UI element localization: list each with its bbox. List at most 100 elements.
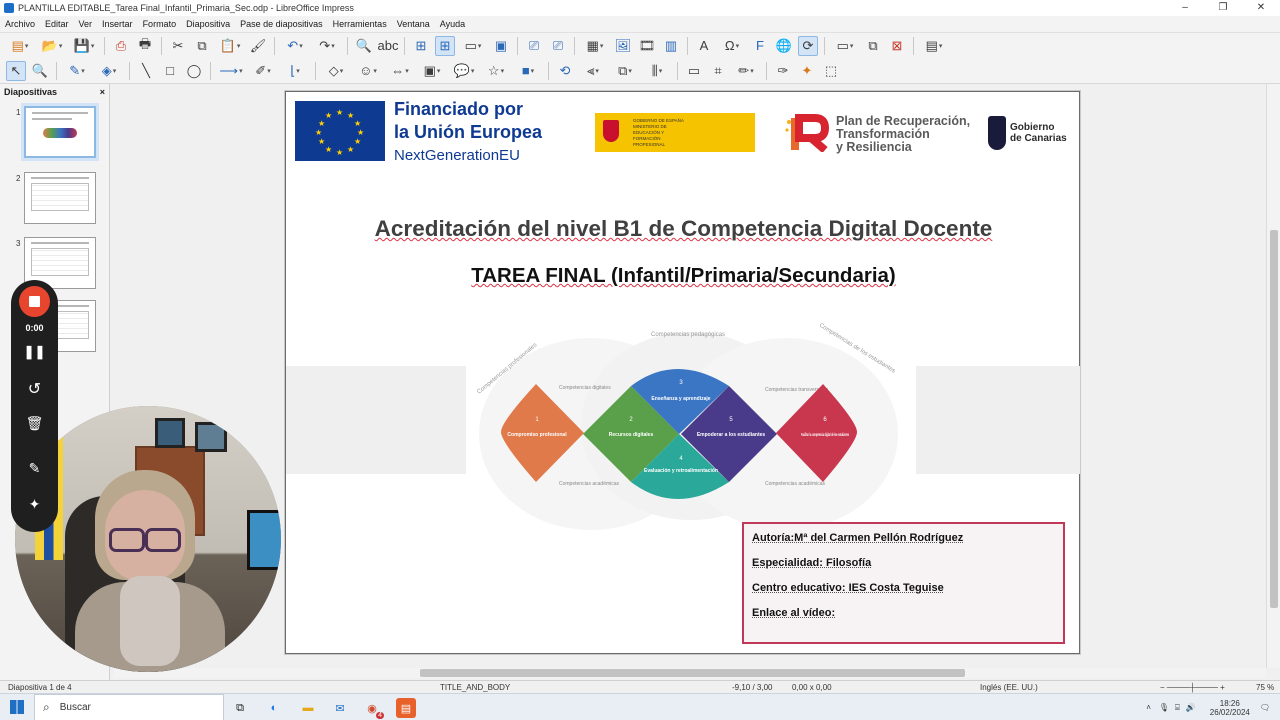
horizontal-scrollbar[interactable] — [114, 668, 1266, 678]
delete-slide-icon[interactable]: ⊠ — [887, 36, 907, 56]
menu-ventana[interactable]: Ventana — [392, 19, 435, 29]
text-box-icon[interactable]: A — [694, 36, 714, 56]
mail-icon[interactable]: ✉ — [330, 698, 350, 718]
media-icon[interactable]: 🎞 — [637, 36, 657, 56]
ellipse-icon[interactable]: ◯ — [184, 61, 204, 81]
menu-ayuda[interactable]: Ayuda — [435, 19, 470, 29]
filter-icon[interactable]: ✏ ▾ — [732, 61, 760, 81]
hyperlink-icon[interactable]: 🌐 — [774, 36, 794, 56]
network-icon[interactable]: ⌸ — [1175, 703, 1180, 713]
draw-icon[interactable]: ✎ — [11, 460, 58, 477]
windows-start-icon[interactable] — [10, 700, 24, 714]
effects-icon[interactable]: ✦ — [11, 496, 58, 513]
show-hidden-icons-icon[interactable]: ˄ — [1146, 703, 1151, 712]
shadow-icon[interactable]: ▭ — [684, 61, 704, 81]
libreoffice-impress-icon[interactable]: ▤ — [396, 698, 416, 718]
align-objects-icon[interactable]: ⫷ ▾ — [579, 61, 607, 81]
slides-pane-close-icon[interactable]: × — [100, 87, 105, 97]
menu-ver[interactable]: Ver — [74, 19, 98, 29]
vertical-scrollbar[interactable] — [1266, 84, 1280, 668]
spelling-icon[interactable]: abc — [378, 36, 399, 56]
copy-icon[interactable]: ⧉ — [192, 36, 212, 56]
new-slide-icon[interactable]: ▭ ▾ — [831, 36, 859, 56]
helplines-icon[interactable]: ⊞ — [435, 35, 455, 56]
open-icon[interactable]: 📂 ▾ — [38, 36, 66, 56]
file-explorer-icon[interactable]: ▬ — [298, 698, 318, 718]
curves-icon[interactable]: ✐ ▾ — [249, 61, 277, 81]
pause-icon[interactable]: ❚❚ — [11, 344, 58, 360]
menu-pase-de-diapositivas[interactable]: Pase de diapositivas — [235, 19, 328, 29]
delete-icon[interactable]: 🗑 — [11, 415, 58, 432]
connectors-icon[interactable]: ⌊ ▾ — [281, 61, 309, 81]
fill-color-icon[interactable]: ◈ ▾ — [95, 61, 123, 81]
select-icon[interactable]: ↖ — [6, 60, 26, 81]
taskbar-search-box[interactable]: ⌕ Buscar — [34, 694, 224, 720]
close-button[interactable]: ✕ — [1242, 0, 1280, 16]
chart-icon[interactable]: ▥ — [661, 36, 681, 56]
3d-objects-icon[interactable]: ■ ▾ — [514, 61, 542, 81]
distribute-icon[interactable]: ⫼ ▾ — [643, 61, 671, 81]
minimize-button[interactable]: – — [1166, 0, 1204, 16]
microphone-icon[interactable]: 🎙 — [1159, 703, 1169, 712]
task-view-icon[interactable]: ⧉ — [230, 698, 250, 718]
taskbar-clock[interactable]: 18:26 26/02/2024 — [1210, 699, 1250, 717]
slide-editing-area[interactable]: ★ ★ ★ ★ ★ ★ ★ ★ ★ ★ ★ ★ Financiado por l… — [114, 84, 1266, 668]
fontwork-icon[interactable]: F — [750, 36, 770, 56]
grid-display-icon[interactable]: ⊞ — [411, 36, 431, 56]
stars-icon[interactable]: ☆ ▾ — [482, 61, 510, 81]
menu-archivo[interactable]: Archivo — [0, 19, 40, 29]
rectangle-icon[interactable]: □ — [160, 61, 180, 81]
chrome-icon[interactable]: ◉ 4 — [362, 698, 384, 719]
redo-icon[interactable]: ↷ ▾ — [313, 36, 341, 56]
menu-herramientas[interactable]: Herramientas — [328, 19, 392, 29]
table-icon[interactable]: ▦ ▾ — [581, 36, 609, 56]
horizontal-scroll-thumb[interactable] — [420, 669, 965, 677]
arrange-icon[interactable]: ⧉ ▾ — [611, 61, 639, 81]
current-slide[interactable]: ★ ★ ★ ★ ★ ★ ★ ★ ★ ★ ★ ★ Financiado por l… — [285, 91, 1080, 654]
crop-icon[interactable]: ⌗ — [708, 61, 728, 81]
duplicate-slide-icon[interactable]: ⧉ — [863, 36, 883, 56]
menu-insertar[interactable]: Insertar — [97, 19, 138, 29]
menu-diapositiva[interactable]: Diapositiva — [181, 19, 235, 29]
volume-icon[interactable]: 🔊 — [1186, 703, 1196, 712]
find-replace-icon[interactable]: 🔍 — [354, 36, 374, 56]
callouts-icon[interactable]: 💬 ▾ — [450, 61, 478, 81]
zoom-slider[interactable]: − ────┼──── + — [1160, 683, 1225, 692]
restart-icon[interactable]: ↺ — [11, 379, 58, 399]
symbol-shapes-icon[interactable]: ☺ ▾ — [354, 61, 382, 81]
toggle-extrusion-icon[interactable]: ⬚ — [821, 61, 841, 81]
slide-layout-icon[interactable]: ▤ ▾ — [920, 36, 948, 56]
save-icon[interactable]: 💾 ▾ — [70, 36, 98, 56]
notifications-icon[interactable]: 🗨 — [1260, 703, 1270, 712]
print-icon[interactable]: 🖶 — [135, 36, 155, 56]
slide-subtitle[interactable]: TAREA FINAL (Infantil/Primaria/Secundari… — [286, 264, 1081, 288]
menu-formato[interactable]: Formato — [138, 19, 182, 29]
start-first-slide-icon[interactable]: ⎚ — [524, 36, 544, 56]
new-icon[interactable]: ▤ ▾ — [6, 36, 34, 56]
master-slide-icon[interactable]: ▣ — [491, 36, 511, 56]
cut-icon[interactable]: ✂ — [168, 36, 188, 56]
lines-arrows-icon[interactable]: ⟶ ▾ — [217, 61, 245, 81]
rotate-icon[interactable]: ⟲ — [555, 61, 575, 81]
show-draw-functions-icon[interactable]: ⟳ — [798, 35, 818, 56]
undo-icon[interactable]: ↶ ▾ — [281, 36, 309, 56]
clone-formatting-icon[interactable]: 🖌 — [248, 36, 268, 56]
zoom-pan-icon[interactable]: 🔍 — [30, 61, 50, 81]
line-icon[interactable]: ╲ — [136, 61, 156, 81]
block-arrows-icon[interactable]: ⇔ ▾ — [386, 61, 414, 81]
status-language[interactable]: Inglés (EE. UU.) — [980, 683, 1038, 692]
stop-recording-button[interactable] — [19, 286, 50, 317]
status-zoom[interactable]: 75 % — [1256, 683, 1274, 692]
special-character-icon[interactable]: Ω ▾ — [718, 36, 746, 56]
edge-icon[interactable]: ◐ — [264, 698, 284, 718]
menu-editar[interactable]: Editar — [40, 19, 74, 29]
basic-shapes-icon[interactable]: ◇ ▾ — [322, 61, 350, 81]
author-info-box[interactable]: Autoría:Mª del Carmen Pellón Rodríguez E… — [742, 522, 1065, 644]
display-views-icon[interactable]: ▭ ▾ — [459, 36, 487, 56]
export-pdf-icon[interactable]: ⎙ — [111, 36, 131, 56]
slide-title[interactable]: Acreditación del nivel B1 de Competencia… — [286, 216, 1081, 242]
points-icon[interactable]: ✑ — [773, 61, 793, 81]
glue-points-icon[interactable]: ✦ — [797, 61, 817, 81]
maximize-button[interactable]: ❐ — [1204, 0, 1242, 16]
line-color-icon[interactable]: ✎ ▾ — [63, 61, 91, 81]
